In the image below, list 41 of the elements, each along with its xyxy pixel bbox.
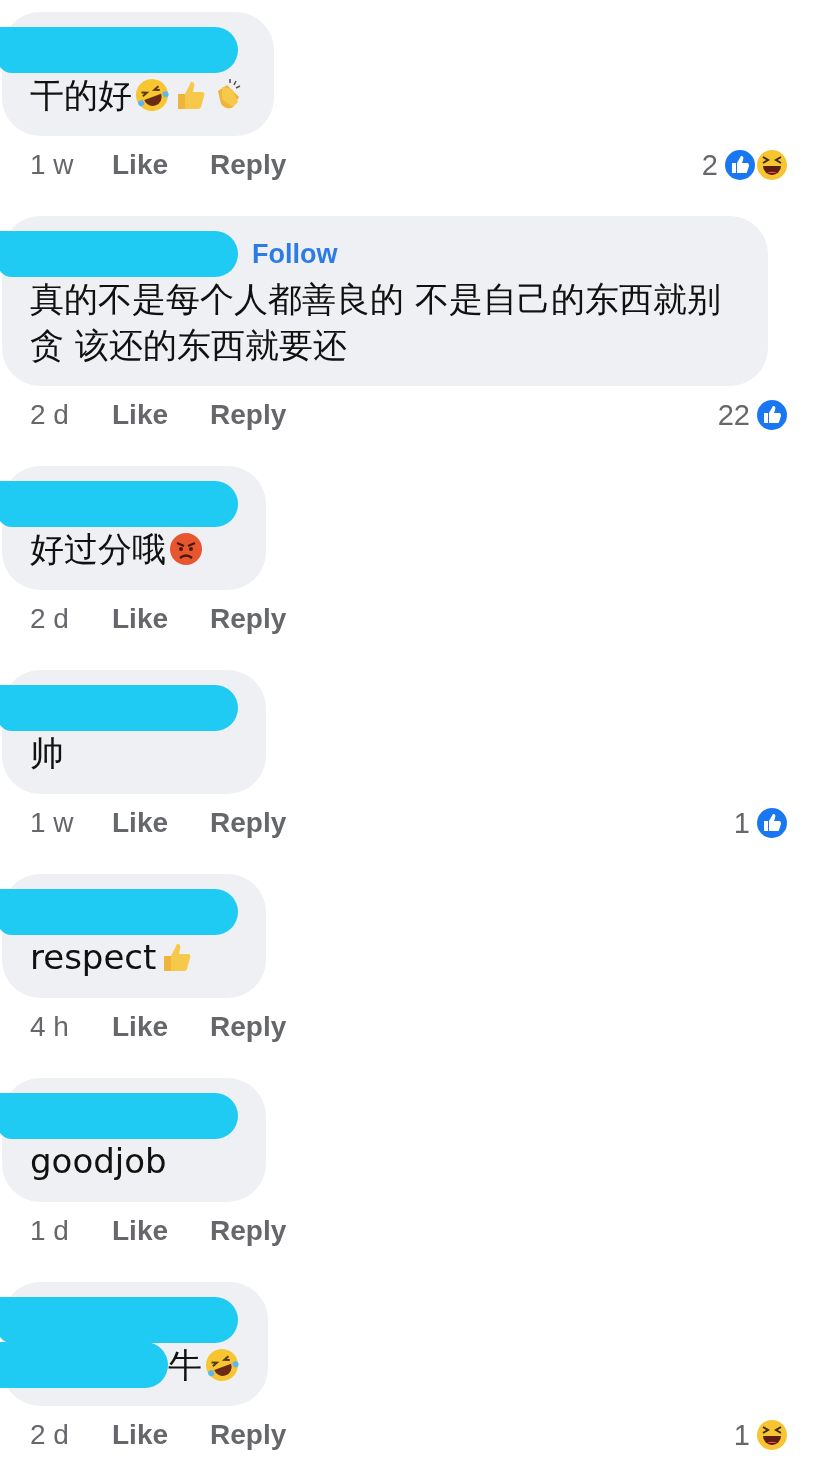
laughing-face-icon	[134, 77, 170, 113]
reply-link[interactable]: Reply	[210, 807, 287, 839]
comment-time: 2 d	[30, 399, 70, 431]
reply-link[interactable]: Reply	[210, 149, 287, 181]
reaction-count: 1	[733, 806, 750, 840]
comment-text: 干的好	[30, 74, 132, 117]
reaction-count: 1	[733, 1418, 750, 1452]
like-link[interactable]: Like	[112, 807, 169, 839]
like-reaction-icon	[722, 147, 758, 183]
laughing-reaction-icon	[754, 1417, 790, 1453]
comment-text: 帅	[30, 732, 64, 775]
like-reaction-icon	[754, 397, 790, 433]
comment-time: 2 d	[30, 1419, 70, 1451]
like-link[interactable]: Like	[112, 149, 169, 181]
comment-time: 2 d	[30, 603, 70, 635]
angry-face-icon	[168, 531, 204, 567]
like-link[interactable]: Like	[112, 1215, 169, 1247]
reply-link[interactable]: Reply	[210, 399, 287, 431]
comment-time: 1 w	[30, 807, 75, 839]
comment-text: goodjob	[30, 1140, 167, 1183]
follow-link[interactable]: Follow	[252, 238, 338, 270]
like-link[interactable]: Like	[112, 399, 169, 431]
reply-link[interactable]: Reply	[210, 1215, 287, 1247]
reply-link[interactable]: Reply	[210, 1419, 287, 1451]
comment-time: 4 h	[30, 1011, 70, 1043]
reaction-count: 22	[717, 398, 750, 432]
like-link[interactable]: Like	[112, 1419, 169, 1451]
laughing-reaction-icon	[754, 147, 790, 183]
reply-link[interactable]: Reply	[210, 1011, 287, 1043]
reply-link[interactable]: Reply	[210, 603, 287, 635]
comment-text: 真的不是每个人都善良的 不是自己的东西就别贪 该还的东西就要还	[30, 278, 722, 367]
comment-time: 1 w	[30, 149, 75, 181]
like-reaction-icon	[754, 805, 790, 841]
comment-time: 1 d	[30, 1215, 70, 1247]
reaction-count: 2	[701, 148, 718, 182]
laughing-face-icon	[204, 1347, 240, 1383]
like-link[interactable]: Like	[112, 603, 169, 635]
comment-text: respect	[30, 936, 157, 979]
comment-text: 牛	[168, 1344, 202, 1387]
like-link[interactable]: Like	[112, 1011, 169, 1043]
comment-text: 好过分哦	[30, 528, 166, 571]
